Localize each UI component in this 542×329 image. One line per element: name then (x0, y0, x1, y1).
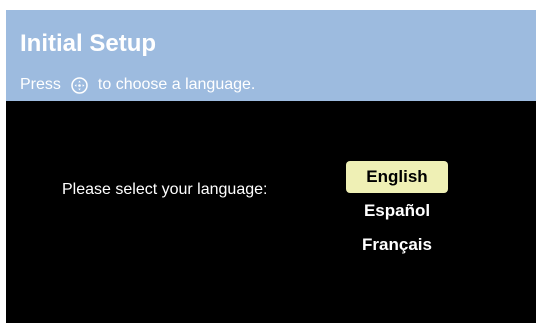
instruction-hint: Press to choose a language. (20, 76, 255, 94)
page-title: Initial Setup (20, 30, 157, 57)
header-bar: Initial Setup Press to choose a language… (6, 10, 536, 101)
ok-button-icon (71, 76, 88, 94)
hint-text-before: Press (20, 76, 61, 93)
setup-screen: Initial Setup Press to choose a language… (6, 10, 536, 323)
hint-text-after: to choose a language. (97, 76, 256, 93)
language-option-english[interactable]: English (346, 161, 448, 193)
language-option-espanol[interactable]: Español (346, 195, 448, 227)
language-list: English Español Français (346, 161, 448, 263)
language-prompt: Please select your language: (62, 181, 268, 198)
language-option-francais[interactable]: Français (346, 229, 448, 261)
